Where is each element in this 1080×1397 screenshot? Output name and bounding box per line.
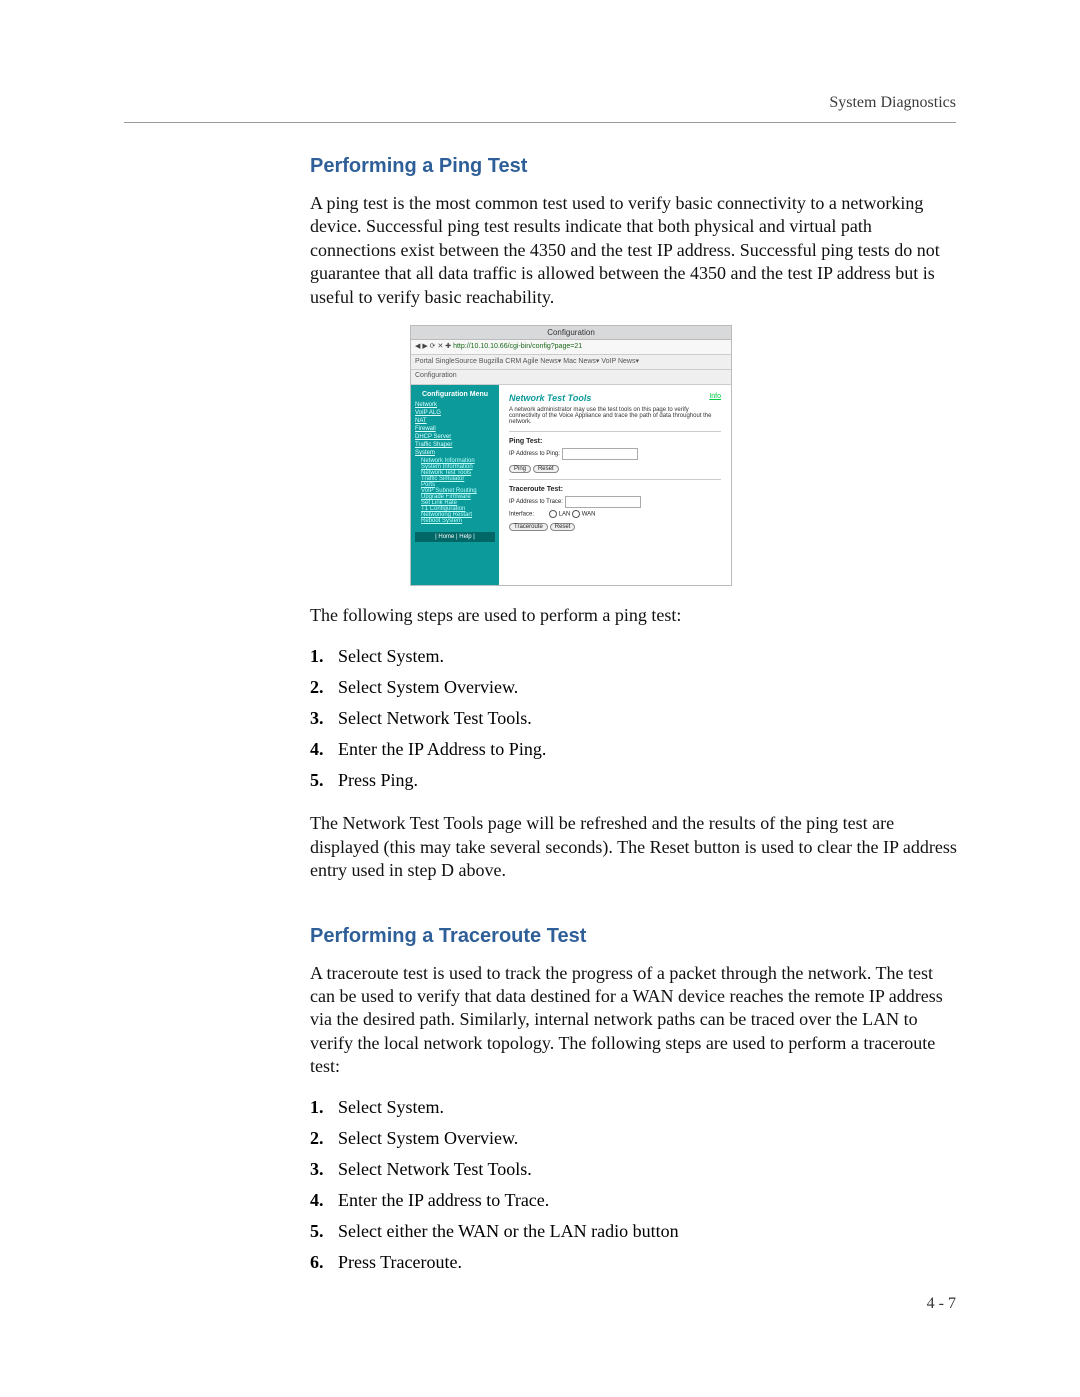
screenshot-panel: Info Network Test Tools A network admini…	[499, 385, 731, 585]
screenshot-window-title: Configuration	[411, 326, 731, 340]
step: 3.Select Network Test Tools.	[310, 1156, 958, 1183]
sidebar-item: Firewall	[415, 426, 495, 432]
ping-button: Ping	[509, 465, 531, 473]
step: 3.Select Network Test Tools.	[310, 705, 958, 732]
trace-row: IP Address to Trace:	[509, 496, 721, 508]
step: 5.Press Ping.	[310, 767, 958, 794]
screenshot-toolbar: ◀ ▶ ⟳ ✕ ✚ http://10.10.10.66/cgi-bin/con…	[411, 340, 731, 355]
sidebar-item: System	[415, 450, 495, 456]
section1-para1: A ping test is the most common test used…	[310, 192, 958, 309]
screenshot-url: http://10.10.10.66/cgi-bin/config?page=2…	[453, 343, 582, 350]
step: 5.Select either the WAN or the LAN radio…	[310, 1218, 958, 1245]
step: 1.Select System.	[310, 643, 958, 670]
sidebar-title: Configuration Menu	[415, 391, 495, 398]
screenshot-bookmarks: Portal SingleSource Bugzilla CRM Agile N…	[411, 355, 731, 370]
trace-iface-row: Interface: LAN WAN	[509, 510, 721, 518]
ping-title: Ping Test:	[509, 438, 721, 445]
section1-heading: Performing a Ping Test	[310, 155, 958, 178]
screenshot-sidebar: Configuration Menu Network VoIP ALG NAT …	[411, 385, 499, 585]
wan-radio	[572, 510, 580, 518]
section1-steps: 1.Select System. 2.Select System Overvie…	[310, 643, 958, 794]
trace-ip-input	[565, 496, 641, 508]
step: 1.Select System.	[310, 1094, 958, 1121]
panel-desc: A network administrator may use the test…	[509, 407, 721, 425]
page-number: 4 - 7	[927, 1295, 956, 1313]
panel-title: Network Test Tools	[509, 393, 591, 403]
section2-heading: Performing a Traceroute Test	[310, 925, 958, 948]
section1-lead: The following steps are used to perform …	[310, 604, 958, 627]
sidebar-item: Network	[415, 402, 495, 408]
sidebar-item: Traffic Shaper	[415, 442, 495, 448]
info-link: Info	[709, 393, 721, 400]
step: 6.Press Traceroute.	[310, 1249, 958, 1276]
ping-ip-input	[562, 448, 638, 460]
lan-radio	[549, 510, 557, 518]
header-rule	[124, 122, 956, 123]
main-content: Performing a Ping Test A ping test is th…	[310, 155, 958, 1294]
sidebar-footer: | Home | Help |	[415, 532, 495, 542]
sidebar-item: DHCP Server	[415, 434, 495, 440]
sidebar-item: NAT	[415, 418, 495, 424]
trace-title: Traceroute Test:	[509, 486, 721, 493]
sidebar-sub: Reboot System	[421, 518, 495, 524]
traceroute-button: Traceroute	[509, 523, 548, 531]
step: 2.Select System Overview.	[310, 1125, 958, 1152]
page-header: System Diagnostics	[829, 94, 956, 112]
screenshot-network-test-tools: Configuration ◀ ▶ ⟳ ✕ ✚ http://10.10.10.…	[410, 325, 732, 586]
step: 4.Enter the IP address to Trace.	[310, 1187, 958, 1214]
screenshot-tab: Configuration	[411, 370, 731, 385]
sidebar-item: VoIP ALG	[415, 410, 495, 416]
section2-para1: A traceroute test is used to track the p…	[310, 962, 958, 1079]
ping-row: IP Address to Ping:	[509, 448, 721, 460]
section2-steps: 1.Select System. 2.Select System Overvie…	[310, 1094, 958, 1276]
ping-reset-button: Reset	[533, 465, 559, 473]
section1-para2: The Network Test Tools page will be refr…	[310, 812, 958, 882]
trace-reset-button: Reset	[550, 523, 576, 531]
step: 4.Enter the IP Address to Ping.	[310, 736, 958, 763]
step: 2.Select System Overview.	[310, 674, 958, 701]
